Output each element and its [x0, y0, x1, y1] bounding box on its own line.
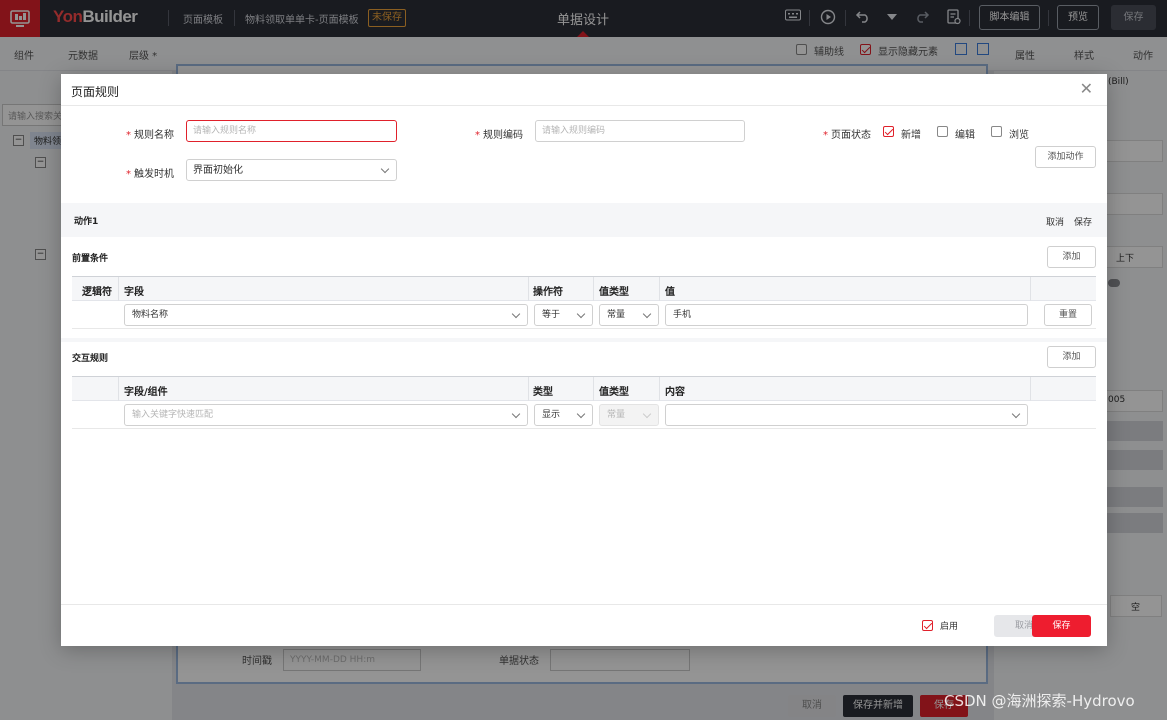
chevron-down-icon — [1011, 409, 1021, 419]
col-operator: 操作符 — [533, 287, 563, 298]
state-browse-checkbox[interactable] — [991, 126, 1002, 137]
trigger-value: 界面初始化 — [193, 165, 243, 176]
dialog-title: 页面规则 — [71, 85, 120, 99]
chevron-down-icon — [642, 309, 652, 319]
interaction-value-type-select: 常量 — [599, 404, 659, 426]
watermark: CSDN @海洲探索-Hydrovo — [944, 692, 1135, 710]
dialog-save-button[interactable]: 保存 — [1032, 615, 1091, 637]
close-icon[interactable]: ✕ — [1080, 81, 1093, 97]
action-cancel-link[interactable]: 取消 — [1046, 215, 1064, 228]
page-state-label: * 页面状态 — [823, 130, 871, 141]
value-type-value: 常量 — [607, 310, 626, 320]
col-field: 字段 — [124, 287, 144, 298]
chevron-down-icon — [511, 309, 521, 319]
operator-value: 等于 — [542, 310, 561, 320]
trigger-label: * 触发时机 — [126, 169, 174, 180]
col-field-component: 字段/组件 — [124, 387, 168, 398]
action-title: 动作1 — [74, 217, 99, 227]
enable-checkbox[interactable] — [922, 620, 933, 631]
table-row: 输入关键字快速匹配 显示 常量 — [72, 401, 1096, 429]
rule-name-label: * 规则名称 — [126, 130, 174, 141]
operator-select[interactable]: 等于 — [534, 304, 593, 326]
interaction-add-button[interactable]: 添加 — [1047, 346, 1096, 368]
content-select[interactable] — [665, 404, 1028, 426]
add-action-button[interactable]: 添加动作 — [1035, 146, 1096, 168]
trigger-select[interactable]: 界面初始化 — [186, 159, 397, 181]
col-value: 值 — [665, 287, 675, 298]
state-edit-checkbox[interactable] — [937, 126, 948, 137]
field-placeholder: 输入关键字快速匹配 — [132, 410, 214, 420]
precondition-title: 前置条件 — [72, 254, 109, 264]
chevron-down-icon — [642, 409, 652, 419]
type-select[interactable]: 显示 — [534, 404, 593, 426]
precondition-table-header: 逻辑符 字段 操作符 值类型 值 — [72, 276, 1096, 301]
col-type: 类型 — [533, 387, 553, 398]
page-rule-dialog: 页面规则 ✕ * 规则名称 请输入规则名称 * 规则编码 请输入规则编码 * 页面状态… — [61, 74, 1107, 646]
field-value: 物料名称 — [132, 310, 169, 320]
state-browse-label: 浏览 — [1009, 130, 1029, 141]
interaction-field-select[interactable]: 输入关键字快速匹配 — [124, 404, 528, 426]
state-new-checkbox[interactable] — [883, 126, 894, 137]
type-value: 显示 — [542, 410, 561, 420]
action-save-link[interactable]: 保存 — [1074, 215, 1092, 228]
precondition-add-button[interactable]: 添加 — [1047, 246, 1096, 268]
interaction-title: 交互规则 — [72, 354, 109, 364]
col-value-type: 值类型 — [599, 287, 629, 298]
action-header — [61, 203, 1107, 237]
enable-label: 启用 — [940, 622, 959, 632]
value-type-value: 常量 — [607, 410, 626, 420]
table-row: 物料名称 等于 常量 手机 重置 — [72, 301, 1096, 329]
state-edit-label: 编辑 — [955, 130, 975, 141]
rule-code-input[interactable]: 请输入规则编码 — [535, 120, 745, 142]
chevron-down-icon — [576, 309, 586, 319]
interaction-table-header: 字段/组件 类型 值类型 内容 — [72, 376, 1096, 401]
col-logic: 逻辑符 — [82, 287, 112, 298]
rule-code-label: * 规则编码 — [475, 130, 523, 141]
state-new-label: 新增 — [901, 130, 921, 141]
rule-name-input[interactable]: 请输入规则名称 — [186, 120, 397, 142]
value-input[interactable]: 手机 — [665, 304, 1028, 326]
chevron-down-icon — [380, 164, 390, 174]
col-value-type: 值类型 — [599, 387, 629, 398]
value-type-select[interactable]: 常量 — [599, 304, 659, 326]
reset-button[interactable]: 重置 — [1044, 304, 1092, 326]
chevron-down-icon — [511, 409, 521, 419]
chevron-down-icon — [576, 409, 586, 419]
col-content: 内容 — [665, 387, 685, 398]
precondition-field-select[interactable]: 物料名称 — [124, 304, 528, 326]
